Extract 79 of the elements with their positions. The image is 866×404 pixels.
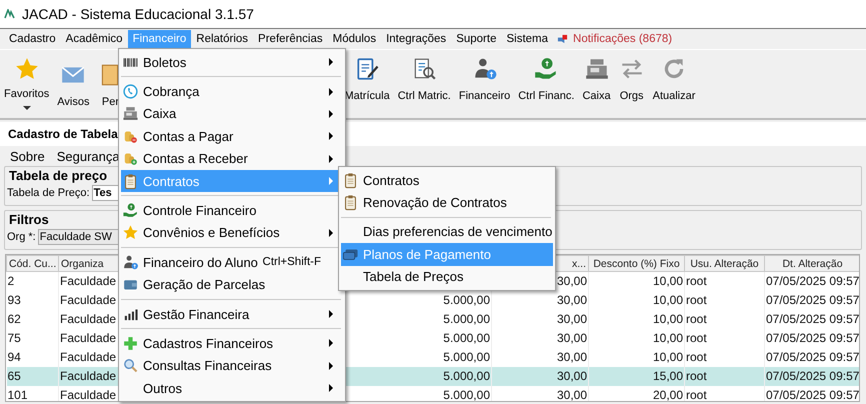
table-cell: 07/05/2025 09:57 <box>764 386 859 401</box>
table-cell: 65 <box>6 366 58 386</box>
menu-item[interactable]: Suporte <box>451 30 502 48</box>
table-cell: root <box>684 328 764 348</box>
table-cell: 30,00 <box>492 328 588 348</box>
toolbar-button[interactable]: Matrícula <box>340 50 394 102</box>
column-header[interactable]: Desconto (%) Fixo <box>588 256 684 272</box>
menu-item[interactable]: Renovação de Contratos <box>341 191 553 214</box>
phone-icon <box>122 83 139 100</box>
table-cell: root <box>684 272 764 290</box>
notifications-link[interactable]: Notificações (8678) <box>573 33 672 45</box>
menu-item[interactable]: Contas a Receber <box>121 148 343 170</box>
table-cell: 20,00 <box>588 386 684 401</box>
menu-item[interactable]: Módulos <box>328 30 382 48</box>
group-title: Filtros <box>9 212 49 227</box>
table-cell: 07/05/2025 09:57 <box>764 328 859 348</box>
table-cell: 30,00 <box>492 310 588 328</box>
star-icon <box>122 224 139 242</box>
app-logo-icon <box>4 9 16 19</box>
menu-item[interactable]: Segurança <box>56 148 120 164</box>
table-cell: 75 <box>6 328 58 348</box>
table-cell: 10,00 <box>588 328 684 348</box>
group-title: Tabela de preço <box>9 168 108 183</box>
form-title: Cadastro de Tabela <box>8 127 118 141</box>
table-cell: 10,00 <box>588 272 684 290</box>
toolbar-button[interactable]: Ctrl Matric. <box>394 50 455 102</box>
notification-icon <box>557 34 568 44</box>
toolbar-button[interactable]: Orgs <box>614 50 649 102</box>
menu-item[interactable]: Contas a Pagar <box>121 125 343 148</box>
table-cell: 10,00 <box>588 290 684 310</box>
column-header[interactable]: Dt. Alteração <box>764 256 859 272</box>
field-label: Org *: <box>7 231 36 243</box>
table-cell: 15,00 <box>588 366 684 386</box>
toolbar-button[interactable]: Avisos <box>53 50 94 110</box>
menu-item[interactable]: Acadêmico <box>60 30 128 48</box>
toolbar-button[interactable]: Ctrl Financ. <box>514 50 578 102</box>
table-cell: root <box>684 290 764 310</box>
toolbar-button[interactable]: Favoritos <box>0 50 54 110</box>
toolbar-button[interactable]: Financeiro <box>454 50 514 102</box>
cash-register-icon <box>122 105 139 122</box>
menu-item[interactable]: Cadastro <box>4 30 61 48</box>
menu-item[interactable]: Relatórios <box>191 30 254 48</box>
shortcut-text: Ctrl+Shift-F <box>262 256 321 268</box>
search-icon <box>122 357 139 374</box>
menu-item[interactable]: Preferências <box>253 30 328 48</box>
table-cell: 30,00 <box>492 366 588 386</box>
menu-item[interactable]: Convênios e Benefícios <box>121 222 343 244</box>
toolbar-button[interactable]: Atualizar <box>648 50 700 102</box>
table-cell: root <box>684 386 764 401</box>
menu-item[interactable]: Controle Financeiro <box>121 199 343 222</box>
menu-item[interactable]: Integrações <box>381 30 452 48</box>
table-cell: 07/05/2025 09:57 <box>764 272 859 290</box>
table-cell: root <box>684 310 764 328</box>
column-header[interactable]: Cód. Cu... <box>6 256 58 272</box>
table-cell: 62 <box>6 310 58 328</box>
column-header[interactable]: Usu. Alteração <box>684 256 764 272</box>
menu-item[interactable]: Dias preferencias de vencimento <box>341 220 553 244</box>
table-cell: root <box>684 366 764 386</box>
window-title: JACAD - Sistema Educacional 3.1.57 <box>22 6 254 22</box>
table-cell: 10,00 <box>588 310 684 328</box>
menu-item[interactable]: Contratos <box>341 169 553 192</box>
table-cell: 93 <box>6 290 58 310</box>
star-icon <box>14 56 40 82</box>
menu-item[interactable]: Sistema <box>501 30 554 48</box>
table-cell: 101 <box>6 386 58 401</box>
money-hand-icon <box>122 202 139 220</box>
menu-item[interactable]: Sobre <box>10 148 45 164</box>
plus-icon <box>122 334 139 352</box>
table-cell: 07/05/2025 09:57 <box>764 290 859 310</box>
table-cell: 30,00 <box>492 386 588 401</box>
clipboard-icon <box>342 194 359 212</box>
table-cell: 07/05/2025 09:57 <box>764 310 859 328</box>
clipboard-icon <box>122 172 139 190</box>
table-cell: 07/05/2025 09:57 <box>764 366 859 386</box>
clipboard-icon <box>342 172 359 189</box>
table-cell: 2 <box>6 272 58 290</box>
field-label: Tabela de Preço: <box>7 187 90 199</box>
person-money-icon <box>122 254 139 271</box>
toolbar-button[interactable]: Caixa <box>578 50 615 102</box>
